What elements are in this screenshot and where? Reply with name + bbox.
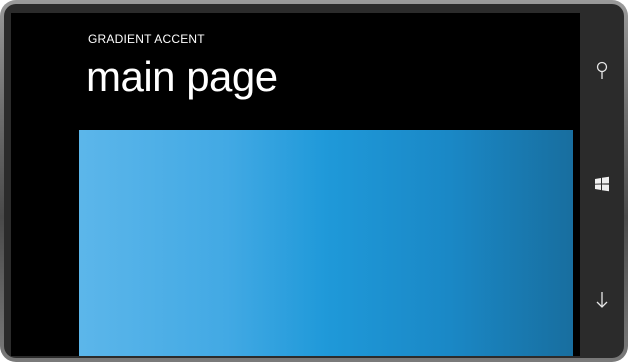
back-button[interactable] <box>580 280 624 320</box>
hardware-button-strip <box>580 4 624 358</box>
windows-logo-icon <box>594 176 610 192</box>
phone-screen: GRADIENT ACCENT main page <box>11 13 580 356</box>
back-arrow-icon <box>595 290 609 310</box>
page-title: main page <box>86 53 278 100</box>
phone-body: GRADIENT ACCENT main page <box>4 4 624 358</box>
start-button[interactable] <box>580 164 624 204</box>
phone-frame: GRADIENT ACCENT main page <box>0 0 628 362</box>
gradient-accent-panel <box>79 130 573 356</box>
app-title: GRADIENT ACCENT <box>88 32 205 46</box>
search-button[interactable] <box>580 52 624 92</box>
search-icon <box>594 61 610 83</box>
